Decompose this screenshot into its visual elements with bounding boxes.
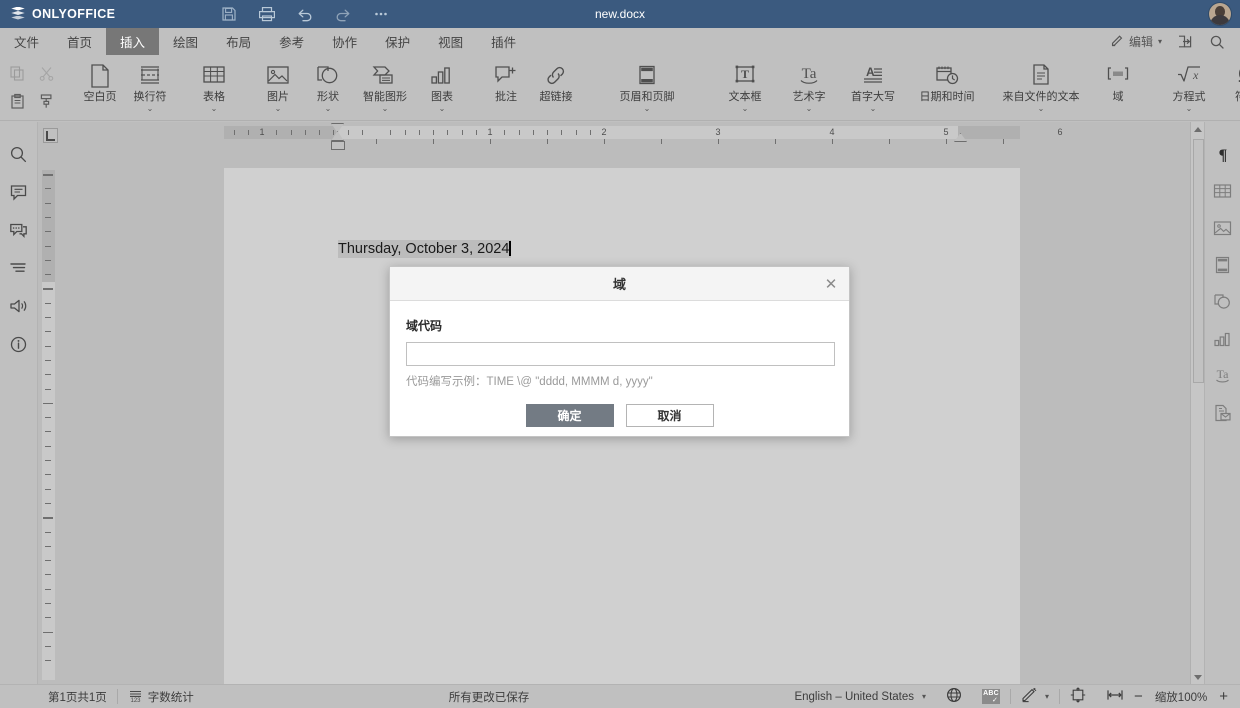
onlyoffice-document-editor: ONLYOFFICE new.docx 文件 首页 插入 绘图 布局 参考 协作… <box>0 0 1240 708</box>
cancel-button[interactable]: 取消 <box>625 404 714 427</box>
field-dialog: 域 ✕ 域代码 代码编写示例：TIME \@ "dddd, MMMM d, yy… <box>389 266 850 437</box>
field-code-hint: 代码编写示例：TIME \@ "dddd, MMMM d, yyyy" <box>406 376 653 388</box>
dialog-header[interactable]: 域 ✕ <box>390 267 849 301</box>
modal-overlay: 域 ✕ 域代码 代码编写示例：TIME \@ "dddd, MMMM d, yy… <box>0 0 1240 708</box>
dialog-body: 域代码 代码编写示例：TIME \@ "dddd, MMMM d, yyyy" … <box>390 301 849 427</box>
field-code-label: 域代码 <box>406 319 443 333</box>
ok-button[interactable]: 确定 <box>525 404 614 427</box>
dialog-footer: 确定 取消 <box>406 404 833 427</box>
close-icon[interactable]: ✕ <box>821 274 841 294</box>
dialog-title: 域 <box>612 277 626 292</box>
field-code-input[interactable] <box>406 342 835 366</box>
